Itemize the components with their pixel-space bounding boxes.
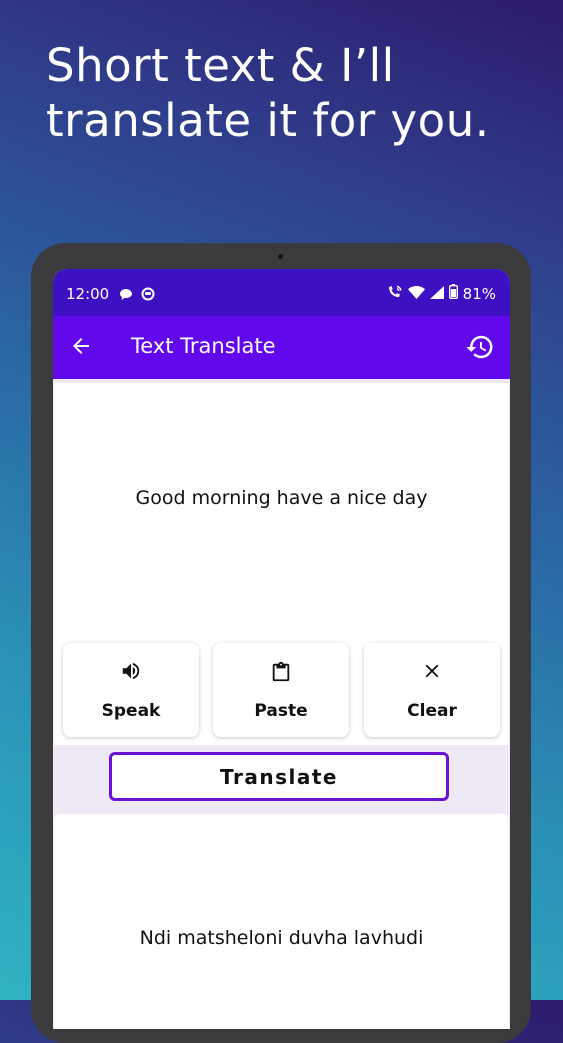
close-icon [421,660,443,686]
promo-headline: Short text & I’ll translate it for you. [46,38,546,148]
translate-button[interactable]: Translate [109,752,449,801]
status-time: 12:00 [66,285,110,303]
speaker-icon [120,660,142,686]
paste-label: Paste [254,701,308,721]
clear-label: Clear [407,701,457,721]
speak-button[interactable]: Speak [63,643,199,737]
speak-label: Speak [101,701,161,721]
status-right-icons: 81% [387,284,496,303]
headline-line-1: Short text & I’ll [46,39,395,92]
chat-bubble-icon [119,287,133,305]
status-bar: 12:00 81% [53,269,510,316]
wifi-icon [407,285,425,303]
wifi-calling-icon [387,285,403,303]
output-text: Ndi matsheloni duvha lavhudi [139,927,424,949]
app-bar-title: Text Translate [131,334,276,358]
camera-dot [278,254,283,259]
battery-icon [448,284,458,303]
paste-button[interactable]: Paste [213,643,349,737]
signal-icon [429,285,444,303]
output-card: Ndi matsheloni duvha lavhudi [54,814,509,1029]
input-card: Good morning have a nice day Speak Paste [54,383,509,745]
app-screen: 12:00 81% Text Translate Good morning ha… [53,269,510,1029]
status-left-icons [119,287,155,305]
clear-button[interactable]: Clear [364,643,500,737]
history-icon[interactable] [464,332,496,366]
app-bar: Text Translate [53,316,510,379]
headline-line-2: translate it for you. [46,94,490,147]
input-text-field[interactable]: Good morning have a nice day [54,487,509,509]
battery-percent: 81% [462,284,496,303]
clipboard-icon [270,660,292,688]
circle-notification-icon [141,287,155,305]
arrow-left-icon[interactable] [69,334,93,362]
